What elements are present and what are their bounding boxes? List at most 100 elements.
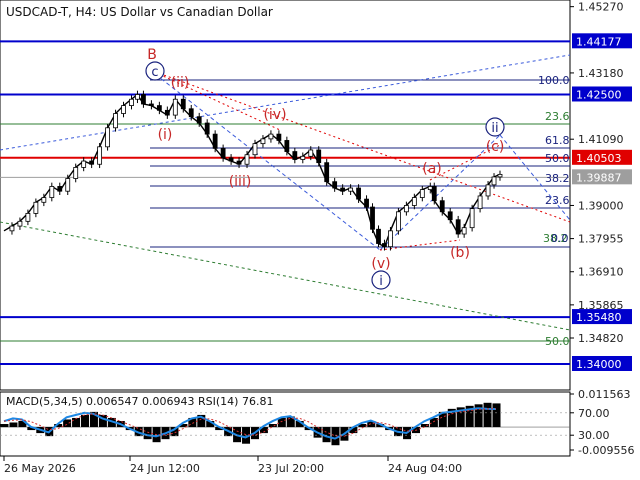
time-axis: 26 May 2026 24 Jun 12:00 23 Jul 20:00 24 Au… <box>3 456 462 475</box>
price-candle-body[interactable] <box>364 198 369 208</box>
price-candle-body[interactable] <box>164 109 170 116</box>
y-tick-label: 1.43180 <box>578 67 624 80</box>
macd-histogram-bar[interactable] <box>81 414 90 428</box>
price-candle-body[interactable] <box>180 98 186 110</box>
price-candle-body[interactable] <box>141 94 146 105</box>
price-candle-body[interactable] <box>260 138 266 145</box>
price-candle-body[interactable] <box>149 103 154 106</box>
price-candle-body[interactable] <box>73 167 79 179</box>
price-candle-body[interactable] <box>244 154 250 165</box>
price-candle-body[interactable] <box>41 197 47 203</box>
price-candle-body[interactable] <box>461 227 467 235</box>
price-level-label: 1.34000 <box>576 358 622 371</box>
wave-label: B <box>147 47 157 63</box>
price-candle-body[interactable] <box>33 201 39 214</box>
price-candle-body[interactable] <box>188 108 194 118</box>
fib-level-label: 50.0 <box>545 152 570 165</box>
macd-histogram-bar[interactable] <box>492 403 501 428</box>
price-candle-body[interactable] <box>57 186 63 192</box>
wave-label: (c) <box>486 139 505 155</box>
price-candle-body[interactable] <box>204 122 210 135</box>
price-candle-body[interactable] <box>49 186 55 198</box>
price-candle-body[interactable] <box>485 184 491 197</box>
x-tick-label: 26 May 2026 <box>4 462 76 475</box>
macd-histogram-bar[interactable] <box>9 422 18 428</box>
price-candle-body[interactable] <box>228 157 234 162</box>
price-level-label: 1.35480 <box>576 311 622 324</box>
wave-label: (a) <box>422 161 442 177</box>
wave-label: ii <box>491 121 498 136</box>
price-candle-body[interactable] <box>105 127 110 148</box>
price-candle-body[interactable] <box>172 98 178 116</box>
price-candle-body[interactable] <box>9 225 15 232</box>
price-candle-body[interactable] <box>469 208 475 229</box>
price-candle-body[interactable] <box>236 160 242 165</box>
macd-histogram-bar[interactable] <box>483 402 492 428</box>
price-candle-body[interactable] <box>491 176 497 186</box>
main-plot-frame <box>0 0 571 391</box>
price-candle-body[interactable] <box>431 186 437 202</box>
price-candle-body[interactable] <box>316 149 322 164</box>
price-candle-body[interactable] <box>388 230 393 248</box>
indicator-tick-label: 30.00 <box>578 429 610 442</box>
price-candle-body[interactable] <box>439 200 445 213</box>
price-candle-body[interactable] <box>252 143 258 156</box>
price-candle-body[interactable] <box>135 94 140 100</box>
price-candle-body[interactable] <box>419 189 425 198</box>
price-candle-body[interactable] <box>156 105 162 111</box>
price-candle-body[interactable] <box>268 133 274 140</box>
fib-level-label: 0.0 <box>551 232 569 245</box>
price-candle-body[interactable] <box>382 243 387 248</box>
wave-label: (i) <box>158 127 173 143</box>
price-candle-body[interactable] <box>447 211 453 221</box>
price-candle-body[interactable] <box>113 113 118 129</box>
price-candle-body[interactable] <box>396 211 401 232</box>
fib-level-label: 100.0 <box>538 74 570 87</box>
price-candle-body[interactable] <box>196 116 202 124</box>
price-candle-body[interactable] <box>300 155 306 160</box>
price-candle-body[interactable] <box>477 195 483 210</box>
price-candle-body[interactable] <box>308 149 314 157</box>
price-candle-body[interactable] <box>284 140 290 152</box>
price-candle-body[interactable] <box>292 151 298 160</box>
price-candle-body[interactable] <box>89 160 95 165</box>
price-candle-body[interactable] <box>276 133 282 141</box>
price-candle-body[interactable] <box>324 162 330 183</box>
fib-level-label: 61.8 <box>545 134 570 147</box>
macd-histogram-bar[interactable] <box>0 424 9 428</box>
y-tick-label: 1.37955 <box>578 233 624 246</box>
price-candle-body[interactable] <box>411 197 417 206</box>
price-candle-body[interactable] <box>370 206 375 230</box>
price-candle-body[interactable] <box>212 133 218 149</box>
price-candle-body[interactable] <box>376 228 381 244</box>
price-candle-body[interactable] <box>403 205 409 213</box>
fib-level-label: 23.6 <box>545 110 570 123</box>
indicator-tick-label: 70.00 <box>578 407 610 420</box>
wave-label: (v) <box>371 256 390 272</box>
price-candle-body[interactable] <box>356 187 361 200</box>
fib-level-label: 23.6 <box>545 194 570 207</box>
price-candle-body[interactable] <box>121 105 126 114</box>
wave-label: (iv) <box>263 107 286 123</box>
macd-histogram-bar[interactable] <box>143 427 152 440</box>
price-candle-body[interactable] <box>25 212 31 222</box>
price-candle-body[interactable] <box>332 181 338 189</box>
price-candle-body[interactable] <box>220 147 226 159</box>
macd-histogram-bar[interactable] <box>268 424 277 428</box>
price-candle-body[interactable] <box>427 186 433 191</box>
price-candle-body[interactable] <box>129 98 134 106</box>
price-candle-body[interactable] <box>348 187 354 192</box>
price-candle-body[interactable] <box>340 187 346 192</box>
price-candle-body[interactable] <box>81 160 87 168</box>
price-candle-body[interactable] <box>97 146 103 165</box>
macd-histogram-bar[interactable] <box>63 419 72 428</box>
fib-level-label: 50.0 <box>545 335 570 348</box>
price-candle-body[interactable] <box>65 178 71 192</box>
fib-level-label: 38.2 <box>545 172 570 185</box>
wave-label: (ii) <box>171 75 190 91</box>
price-candle-body[interactable] <box>497 173 503 178</box>
price-level-label: 1.40503 <box>576 152 622 165</box>
price-candle-body[interactable] <box>455 219 461 235</box>
macd-histogram-bar[interactable] <box>72 417 81 428</box>
price-candle-body[interactable] <box>17 220 23 227</box>
